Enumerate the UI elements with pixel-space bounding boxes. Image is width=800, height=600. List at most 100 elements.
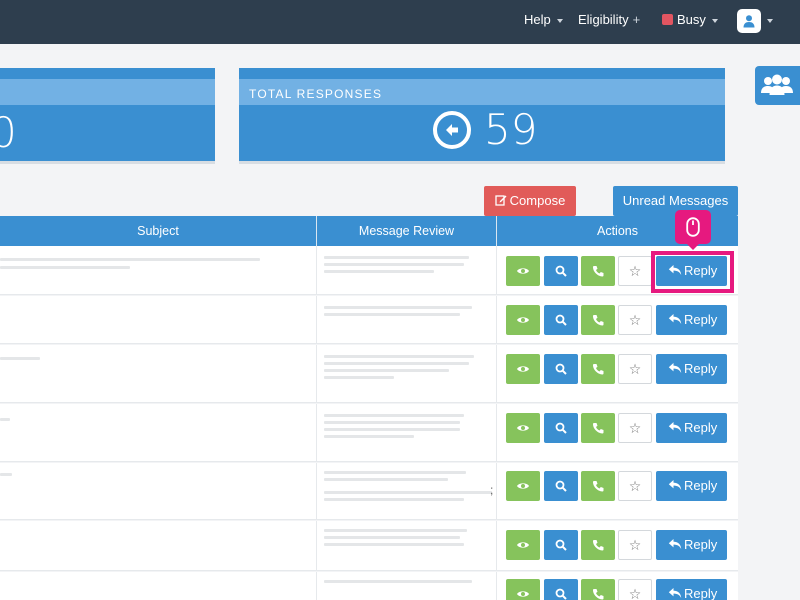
search-button[interactable] <box>544 579 578 600</box>
stat-card-label: TOTAL RESPONSES <box>249 87 383 101</box>
messages-table-header: Subject Message Review Actions <box>0 216 738 246</box>
search-button[interactable] <box>544 413 578 443</box>
table-row[interactable]: ☆ Reply <box>0 296 738 344</box>
redacted-message-text <box>324 478 448 481</box>
chevron-down-icon[interactable] <box>767 19 773 23</box>
search-button[interactable] <box>544 471 578 501</box>
call-button[interactable] <box>581 413 615 443</box>
user-icon <box>743 15 755 28</box>
redacted-message-text <box>324 270 434 273</box>
click-target-highlight <box>651 251 734 293</box>
star-button[interactable]: ☆ <box>618 256 652 286</box>
view-button[interactable] <box>506 413 540 443</box>
eligibility-label: Eligibility <box>578 12 629 27</box>
column-divider <box>496 404 497 461</box>
redacted-message-text <box>324 471 466 474</box>
search-button[interactable] <box>544 305 578 335</box>
view-button[interactable] <box>506 305 540 335</box>
reply-icon <box>668 314 682 324</box>
star-icon: ☆ <box>628 361 642 377</box>
column-header-subject[interactable]: Subject <box>0 216 316 246</box>
eye-icon <box>517 542 529 548</box>
redacted-subject-text <box>0 357 40 360</box>
search-icon <box>555 539 567 551</box>
star-button[interactable]: ☆ <box>618 305 652 335</box>
search-button[interactable] <box>544 354 578 384</box>
reply-button[interactable]: Reply <box>656 305 727 335</box>
star-icon: ☆ <box>628 312 642 328</box>
search-icon <box>555 265 567 277</box>
call-button[interactable] <box>581 256 615 286</box>
phone-icon <box>593 266 604 277</box>
stat-card-value: 0 <box>0 108 17 157</box>
help-menu[interactable]: Help <box>524 0 563 44</box>
column-divider <box>316 572 317 600</box>
eye-icon <box>517 317 529 323</box>
view-button[interactable] <box>506 579 540 600</box>
star-button[interactable]: ☆ <box>618 413 652 443</box>
phone-icon <box>593 315 604 326</box>
reply-label: Reply <box>684 586 718 600</box>
view-button[interactable] <box>506 354 540 384</box>
redacted-message-text <box>324 529 467 532</box>
star-button[interactable]: ☆ <box>618 354 652 384</box>
call-button[interactable] <box>581 579 615 600</box>
column-divider <box>316 296 317 343</box>
reply-button[interactable]: Reply <box>656 579 727 600</box>
status-menu[interactable]: Busy <box>662 0 718 44</box>
search-icon <box>555 480 567 492</box>
redacted-message-text <box>324 580 472 583</box>
column-divider <box>496 246 497 294</box>
phone-icon <box>593 364 604 375</box>
star-button[interactable]: ☆ <box>618 530 652 560</box>
mouse-pointer-tip <box>687 244 699 250</box>
redacted-message-text <box>324 536 460 539</box>
search-icon <box>555 314 567 326</box>
eligibility-menu[interactable]: Eligibility + <box>578 0 640 44</box>
search-button[interactable] <box>544 530 578 560</box>
unread-messages-label: Unread Messages <box>622 193 729 208</box>
table-row[interactable]: ☆ Reply <box>0 345 738 403</box>
view-button[interactable] <box>506 530 540 560</box>
redacted-message-text <box>324 498 464 501</box>
table-row[interactable]: ☆ Reply <box>0 572 738 600</box>
call-button[interactable] <box>581 305 615 335</box>
table-row[interactable]: ☆ Reply <box>0 521 738 571</box>
reply-button[interactable]: Reply <box>656 471 727 501</box>
star-button[interactable]: ☆ <box>618 579 652 600</box>
phone-icon <box>593 540 604 551</box>
top-navbar: Help Eligibility + Busy <box>0 0 800 44</box>
table-row[interactable]: ☆ Reply <box>0 404 738 462</box>
column-divider <box>316 521 317 570</box>
search-button[interactable] <box>544 256 578 286</box>
stat-card-header <box>0 79 215 105</box>
column-header-message-review[interactable]: Message Review <box>317 216 496 246</box>
redacted-message-text <box>324 414 464 417</box>
compose-button[interactable]: Compose <box>484 186 576 216</box>
eye-icon <box>517 425 529 431</box>
table-row[interactable]: ; ☆ Reply <box>0 463 738 520</box>
view-button[interactable] <box>506 471 540 501</box>
star-icon: ☆ <box>628 263 642 279</box>
reply-button[interactable]: Reply <box>656 354 727 384</box>
redacted-subject-text <box>0 266 130 269</box>
view-button[interactable] <box>506 256 540 286</box>
star-button[interactable]: ☆ <box>618 471 652 501</box>
eye-icon <box>517 483 529 489</box>
user-avatar[interactable] <box>737 9 761 33</box>
reply-icon <box>668 588 682 598</box>
table-row[interactable]: ☆ Reply <box>0 246 738 295</box>
call-button[interactable] <box>581 354 615 384</box>
call-button[interactable] <box>581 471 615 501</box>
call-button[interactable] <box>581 530 615 560</box>
edit-icon <box>495 195 507 206</box>
help-label: Help <box>524 12 551 27</box>
star-icon: ☆ <box>628 420 642 436</box>
reply-button[interactable]: Reply <box>656 530 727 560</box>
redacted-message-text <box>324 263 464 266</box>
redacted-message-text <box>324 369 449 372</box>
reply-icon <box>668 539 682 549</box>
reply-button[interactable]: Reply <box>656 413 727 443</box>
contacts-panel-toggle[interactable] <box>755 66 800 105</box>
star-icon: ☆ <box>628 478 642 494</box>
